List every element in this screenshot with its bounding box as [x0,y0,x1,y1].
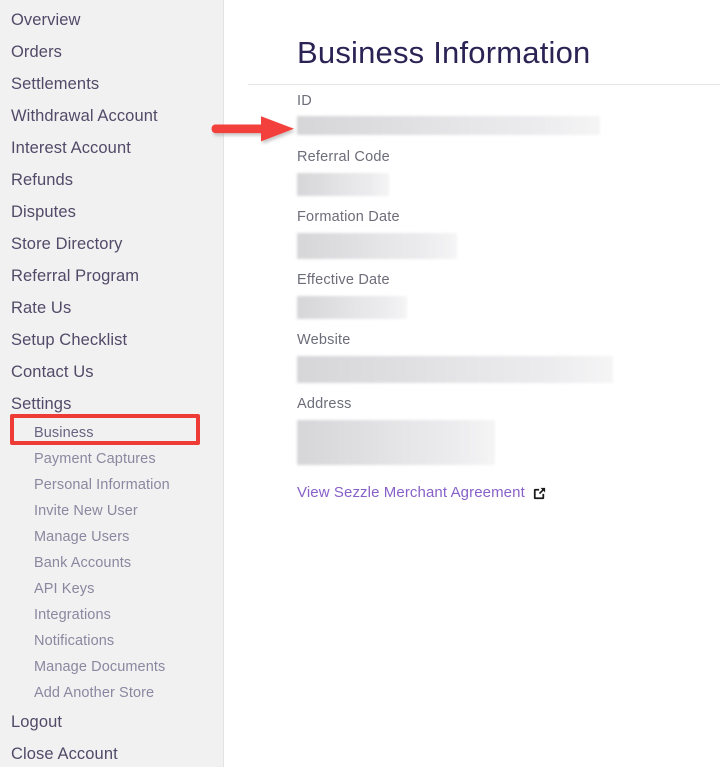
sidebar-subitem-label: Bank Accounts [34,555,132,571]
sidebar-item-settlements[interactable]: Settlements [0,68,223,100]
field-website: Website [297,331,720,384]
sidebar-item-settings[interactable]: Settings [0,388,223,420]
sidebar-item-withdrawal-account[interactable]: Withdrawal Account [0,100,223,132]
sidebar-item-rate-us[interactable]: Rate Us [0,292,223,324]
sidebar-item-label: Disputes [11,203,76,221]
sidebar-item-contact-us[interactable]: Contact Us [0,356,223,388]
sidebar-subitem-invite-new-user[interactable]: Invite New User [0,498,223,524]
sidebar-item-label: Interest Account [11,139,131,157]
external-link-icon [532,486,547,501]
sidebar-item-label: Rate Us [11,299,72,317]
sidebar-subitem-label: Manage Documents [34,659,166,675]
sidebar-item-label: Logout [11,713,63,731]
sidebar-subitem-integrations[interactable]: Integrations [0,602,223,628]
field-formation-date: Formation Date [297,208,720,260]
title-divider [248,84,720,85]
sidebar-subitem-api-keys[interactable]: API Keys [0,576,223,602]
page-title: Business Information [297,35,591,70]
sidebar-item-disputes[interactable]: Disputes [0,196,223,228]
sidebar-item-store-directory[interactable]: Store Directory [0,228,223,260]
field-value-address[interactable] [297,420,495,466]
sidebar-item-overview[interactable]: Overview [0,4,223,36]
sidebar-subitem-label: Invite New User [34,503,138,519]
sidebar-subitem-notifications[interactable]: Notifications [0,628,223,654]
sidebar-subitem-label: Add Another Store [34,685,155,701]
field-label-referral-code: Referral Code [297,149,390,166]
sidebar-subitem-label: Notifications [34,633,115,649]
sidebar-subitem-label: Integrations [34,607,111,623]
field-id: ID [297,92,720,136]
sidebar-item-close-account[interactable]: Close Account [0,738,223,767]
sidebar-subitem-payment-captures[interactable]: Payment Captures [0,446,223,472]
sidebar-item-label: Overview [11,11,81,29]
field-value-id[interactable] [297,116,600,136]
field-referral-code: Referral Code [297,148,720,197]
sidebar-item-label: Withdrawal Account [11,107,158,125]
main-content: Business Information ID Referral Code Fo… [224,0,720,767]
sidebar-subitem-label: Payment Captures [34,451,156,467]
sidebar-item-label: Refunds [11,171,74,189]
sidebar-item-label: Close Account [11,745,118,763]
sidebar-subitem-label: Personal Information [34,477,170,493]
sidebar-item-interest-account[interactable]: Interest Account [0,132,223,164]
sidebar-subitem-bank-accounts[interactable]: Bank Accounts [0,550,223,576]
sidebar-item-orders[interactable]: Orders [0,36,223,68]
settings-submenu: Business Payment Captures Personal Infor… [0,420,223,706]
field-effective-date: Effective Date [297,271,720,320]
sidebar-subitem-label: API Keys [34,581,95,597]
sidebar-item-label: Settlements [11,75,100,93]
sidebar-item-label: Contact Us [11,363,94,381]
field-label-formation-date: Formation Date [297,209,400,226]
field-address: Address [297,395,720,466]
sidebar-item-label: Settings [11,395,72,413]
view-merchant-agreement-label: View Sezzle Merchant Agreement [297,484,525,502]
sidebar-item-refunds[interactable]: Refunds [0,164,223,196]
sidebar: Overview Orders Settlements Withdrawal A… [0,0,224,767]
field-value-formation-date[interactable] [297,233,457,260]
field-label-website: Website [297,332,351,349]
sidebar-item-label: Setup Checklist [11,331,128,349]
sidebar-item-referral-program[interactable]: Referral Program [0,260,223,292]
field-value-effective-date[interactable] [297,296,407,320]
field-value-referral-code[interactable] [297,173,389,197]
sidebar-item-logout[interactable]: Logout [0,706,223,738]
sidebar-subitem-label: Business [34,425,94,441]
sidebar-item-label: Store Directory [11,235,123,253]
view-merchant-agreement-link[interactable]: View Sezzle Merchant Agreement [297,484,547,501]
field-label-id: ID [297,93,312,110]
field-value-website[interactable] [297,356,613,384]
sidebar-subitem-add-another-store[interactable]: Add Another Store [0,680,223,706]
sidebar-subitem-business[interactable]: Business [0,420,223,446]
sidebar-item-label: Orders [11,43,63,61]
sidebar-subitem-personal-information[interactable]: Personal Information [0,472,223,498]
sidebar-subitem-manage-users[interactable]: Manage Users [0,524,223,550]
sidebar-subitem-manage-documents[interactable]: Manage Documents [0,654,223,680]
field-label-address: Address [297,396,352,413]
sidebar-item-setup-checklist[interactable]: Setup Checklist [0,324,223,356]
sidebar-item-label: Referral Program [11,267,140,285]
app-root: Overview Orders Settlements Withdrawal A… [0,0,720,767]
sidebar-subitem-label: Manage Users [34,529,130,545]
field-label-effective-date: Effective Date [297,272,390,289]
